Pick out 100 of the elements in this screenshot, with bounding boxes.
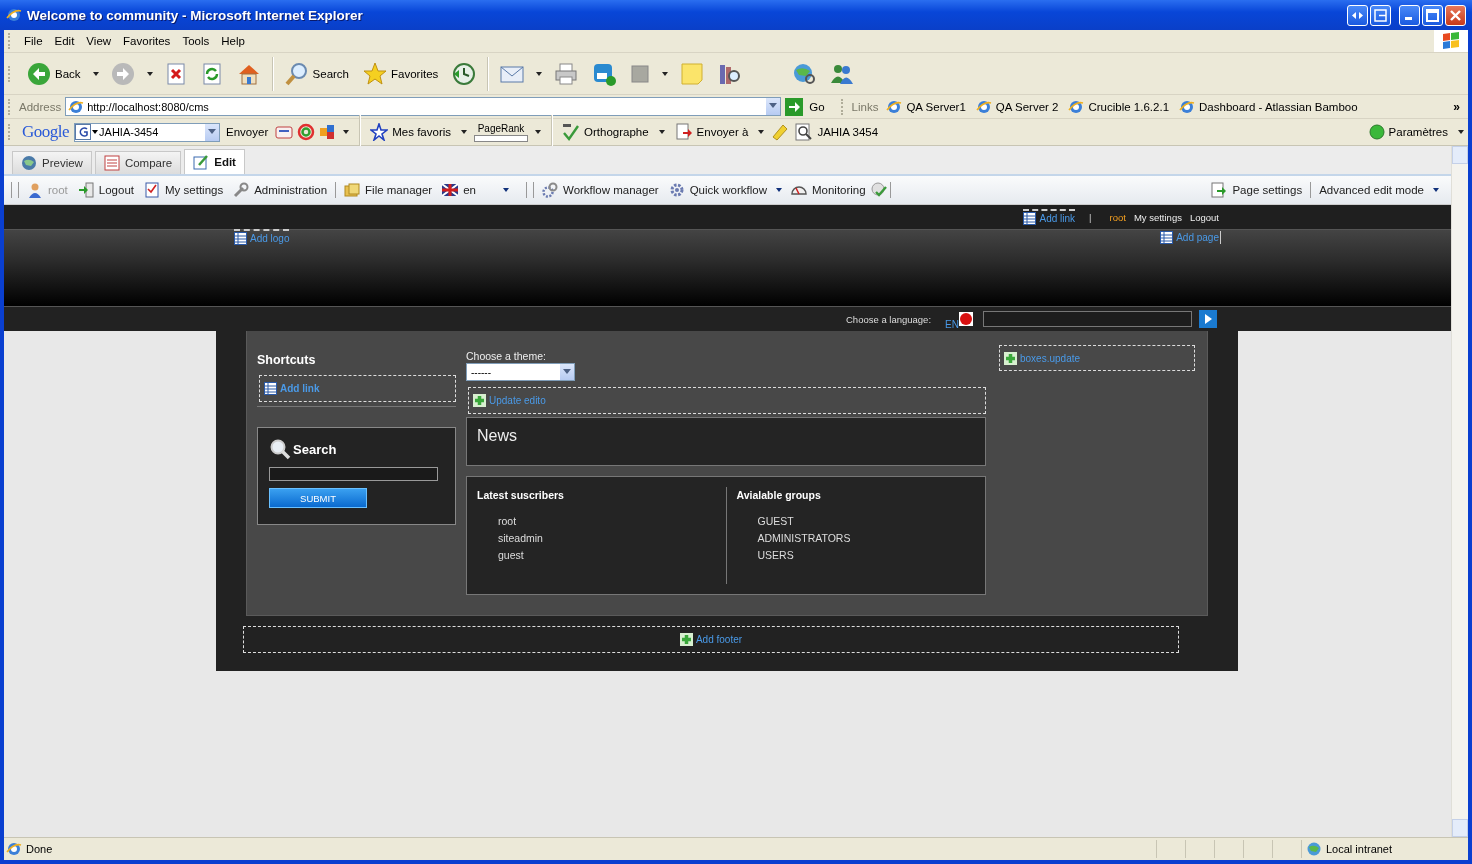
note-icon (680, 61, 705, 86)
close-button[interactable] (1445, 4, 1466, 26)
more-button[interactable]: » (1453, 99, 1460, 114)
menu-item[interactable]: Help (216, 35, 252, 47)
menu-item[interactable]: Favorites (118, 35, 178, 47)
address-field[interactable]: http://localhost:8080/cms (65, 97, 782, 116)
user-name: siteadmin (498, 531, 544, 546)
toolbar-button[interactable]: Quick workflow (663, 182, 772, 198)
add-link[interactable]: Add link (1023, 209, 1076, 225)
gear-icon (542, 182, 558, 198)
link-button[interactable]: Dashboard - Atlassian Bamboo (1179, 98, 1358, 115)
caret-icon[interactable] (343, 130, 350, 134)
send-button[interactable]: Envoyer (223, 126, 272, 138)
send-page-icon (674, 123, 693, 141)
clock-icon (452, 61, 477, 86)
caret-icon[interactable] (461, 130, 468, 134)
caret-icon[interactable] (503, 188, 509, 192)
menu-item[interactable]: Edit (49, 35, 82, 47)
bookmarks-button[interactable]: Mes favoris (367, 123, 455, 141)
square-icon (630, 63, 651, 84)
printer-icon (554, 61, 579, 86)
list-icon (264, 382, 277, 395)
spiral-icon (297, 123, 316, 141)
toolbar-button[interactable]: Search (278, 58, 355, 89)
browser-icon (6, 841, 22, 857)
scroll-bar[interactable] (1451, 146, 1468, 837)
search-field[interactable] (269, 467, 438, 481)
add-logo-link[interactable]: Add logo (234, 229, 290, 245)
theme-select[interactable]: ------ (466, 363, 575, 381)
google-logo: Google (22, 122, 70, 142)
plus-icon (473, 394, 486, 407)
browser-icon (68, 98, 85, 115)
flag-icon (442, 182, 459, 198)
stop-icon (164, 62, 187, 85)
browser-icon (1068, 98, 1085, 115)
list-icon (234, 232, 247, 245)
window-button[interactable] (1347, 4, 1368, 26)
toolbar-button[interactable]: en (437, 182, 481, 198)
page-arrow-icon (1211, 182, 1228, 198)
search-term-button[interactable]: JAHIA 3454 (792, 123, 882, 141)
tab[interactable]: Edit (184, 149, 245, 174)
toolbar-button[interactable]: My settings (139, 182, 229, 198)
user-name: root (1109, 211, 1126, 223)
link-button[interactable]: QA Server1 (886, 98, 966, 115)
tab[interactable]: Preview (12, 151, 92, 174)
caret-icon[interactable] (536, 71, 543, 76)
window-button[interactable] (1370, 4, 1391, 26)
language-link[interactable]: EN (945, 318, 959, 330)
link-button[interactable]: QA Server 2 (975, 98, 1059, 115)
caret-icon[interactable] (658, 130, 665, 134)
toolbar-button[interactable]: Workflow manager (537, 182, 664, 198)
caret-icon[interactable] (535, 130, 542, 134)
settings-button[interactable]: Paramètres (1365, 124, 1451, 140)
caret-icon[interactable] (662, 71, 669, 76)
gear-icon (668, 182, 685, 198)
user-name: root (498, 514, 518, 529)
settings-link[interactable]: My settings (1133, 211, 1182, 223)
caret-icon[interactable] (758, 130, 765, 134)
tab[interactable]: Compare (94, 151, 182, 174)
link-button[interactable]: Crucible 1.6.2.1 (1068, 98, 1170, 115)
group-name: GUEST (757, 514, 795, 529)
globe-icon (21, 155, 37, 171)
search-button[interactable] (1198, 310, 1217, 328)
minimize-button[interactable] (1399, 4, 1420, 26)
page-settings-button[interactable]: Page settings (1206, 182, 1308, 198)
star-icon (363, 61, 387, 86)
caret-icon[interactable] (1433, 188, 1439, 192)
wrench-icon (233, 182, 250, 198)
search-title: Search (293, 441, 337, 457)
menu-item[interactable]: File (19, 35, 50, 47)
go-button[interactable]: Go (785, 97, 825, 116)
search-field[interactable] (982, 311, 1192, 327)
add-page-link[interactable]: Add page (1160, 231, 1221, 244)
send-to-button[interactable]: Envoyer à (671, 123, 752, 141)
checklist-icon (144, 182, 160, 198)
caret-icon[interactable] (1458, 130, 1464, 134)
dropdown-button[interactable] (765, 98, 781, 115)
spelling-button[interactable]: Orthographe (559, 123, 652, 141)
toolbar-button[interactable]: Administration (228, 182, 333, 198)
toolbar-button[interactable]: Logout (72, 182, 139, 198)
pencil-icon (771, 123, 790, 141)
toolbar-button[interactable]: Back (21, 58, 87, 89)
language-label: Choose a language: (846, 313, 932, 325)
go-button-icon (1198, 310, 1217, 328)
caret-icon[interactable] (92, 71, 99, 76)
menu-item[interactable]: Tools (177, 35, 217, 47)
menu-item[interactable]: View (81, 35, 119, 47)
caret-icon[interactable] (146, 71, 153, 76)
search-field[interactable]: JAHIA-3454 (74, 122, 221, 142)
toolbar-button[interactable]: File manager (339, 182, 438, 198)
edit-mode-button[interactable]: Advanced edit mode (1314, 184, 1429, 196)
maximize-button[interactable] (1422, 4, 1443, 26)
logout-link[interactable]: Logout (1189, 211, 1219, 223)
caret-icon[interactable] (775, 188, 782, 192)
list-icon (1023, 212, 1037, 225)
submit-button[interactable]: SUBMIT (269, 488, 367, 508)
toolbar-button[interactable]: Monitoring (785, 182, 871, 198)
toolbar-button[interactable]: Favorites (357, 58, 445, 89)
add-footer-link[interactable]: Add footer (679, 633, 743, 646)
document-icon (103, 155, 120, 171)
